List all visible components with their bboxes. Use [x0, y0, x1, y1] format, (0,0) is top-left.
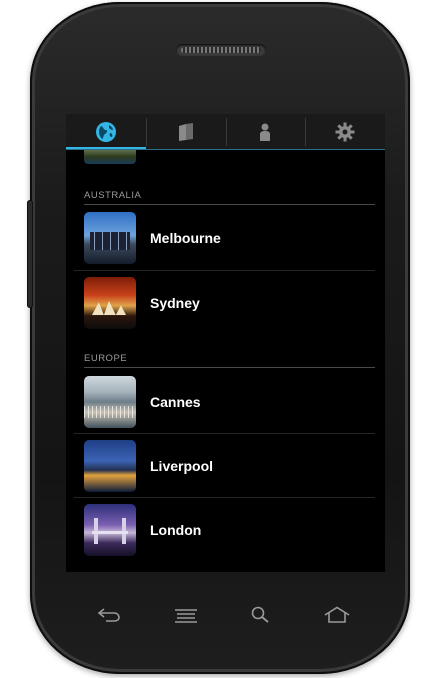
search-button[interactable]: [247, 604, 275, 626]
cannes-thumbnail: [84, 376, 136, 428]
gear-icon: [335, 122, 355, 142]
list-item-label: Liverpool: [150, 458, 214, 474]
book-icon: [178, 123, 193, 141]
melbourne-thumbnail: [84, 212, 136, 264]
list-item-liverpool[interactable]: Liverpool: [74, 434, 375, 498]
menu-icon: [175, 609, 197, 623]
tab-books[interactable]: [145, 114, 226, 150]
list-item-label: London: [150, 522, 202, 538]
sydney-thumbnail: [84, 277, 136, 329]
search-icon: [251, 606, 269, 623]
back-button[interactable]: [95, 604, 123, 626]
back-icon: [97, 608, 120, 622]
tab-profile[interactable]: [225, 114, 306, 150]
list-item-london[interactable]: London: [74, 498, 375, 562]
london-thumbnail: [84, 504, 136, 556]
home-button[interactable]: [323, 604, 351, 626]
list-item-sydney[interactable]: Sydney: [74, 271, 375, 335]
list-item-cannes[interactable]: Cannes: [74, 370, 375, 434]
list-item-label: Melbourne: [150, 230, 221, 246]
person-icon: [260, 123, 271, 141]
section-header-europe: EUROPE: [84, 348, 375, 368]
tab-bar: [66, 114, 385, 150]
liverpool-thumbnail: [84, 440, 136, 492]
section-header-australia: AUSTRALIA: [84, 185, 375, 205]
tab-settings[interactable]: [305, 114, 385, 150]
app-screen: AUSTRALIA Melbourne Sydney EUROPE Cannes…: [66, 114, 385, 572]
volume-key[interactable]: [27, 200, 33, 308]
partial-thumbnail: [84, 150, 136, 164]
list-item-melbourne[interactable]: Melbourne: [74, 206, 375, 270]
city-list[interactable]: AUSTRALIA Melbourne Sydney EUROPE Cannes…: [66, 150, 385, 572]
earpiece-speaker: [176, 44, 266, 56]
menu-button[interactable]: [172, 604, 200, 626]
list-item-label: Cannes: [150, 394, 201, 410]
home-icon: [324, 606, 350, 623]
globe-icon: [95, 122, 116, 142]
list-item-label: Sydney: [150, 295, 200, 311]
tab-places[interactable]: [66, 114, 146, 150]
